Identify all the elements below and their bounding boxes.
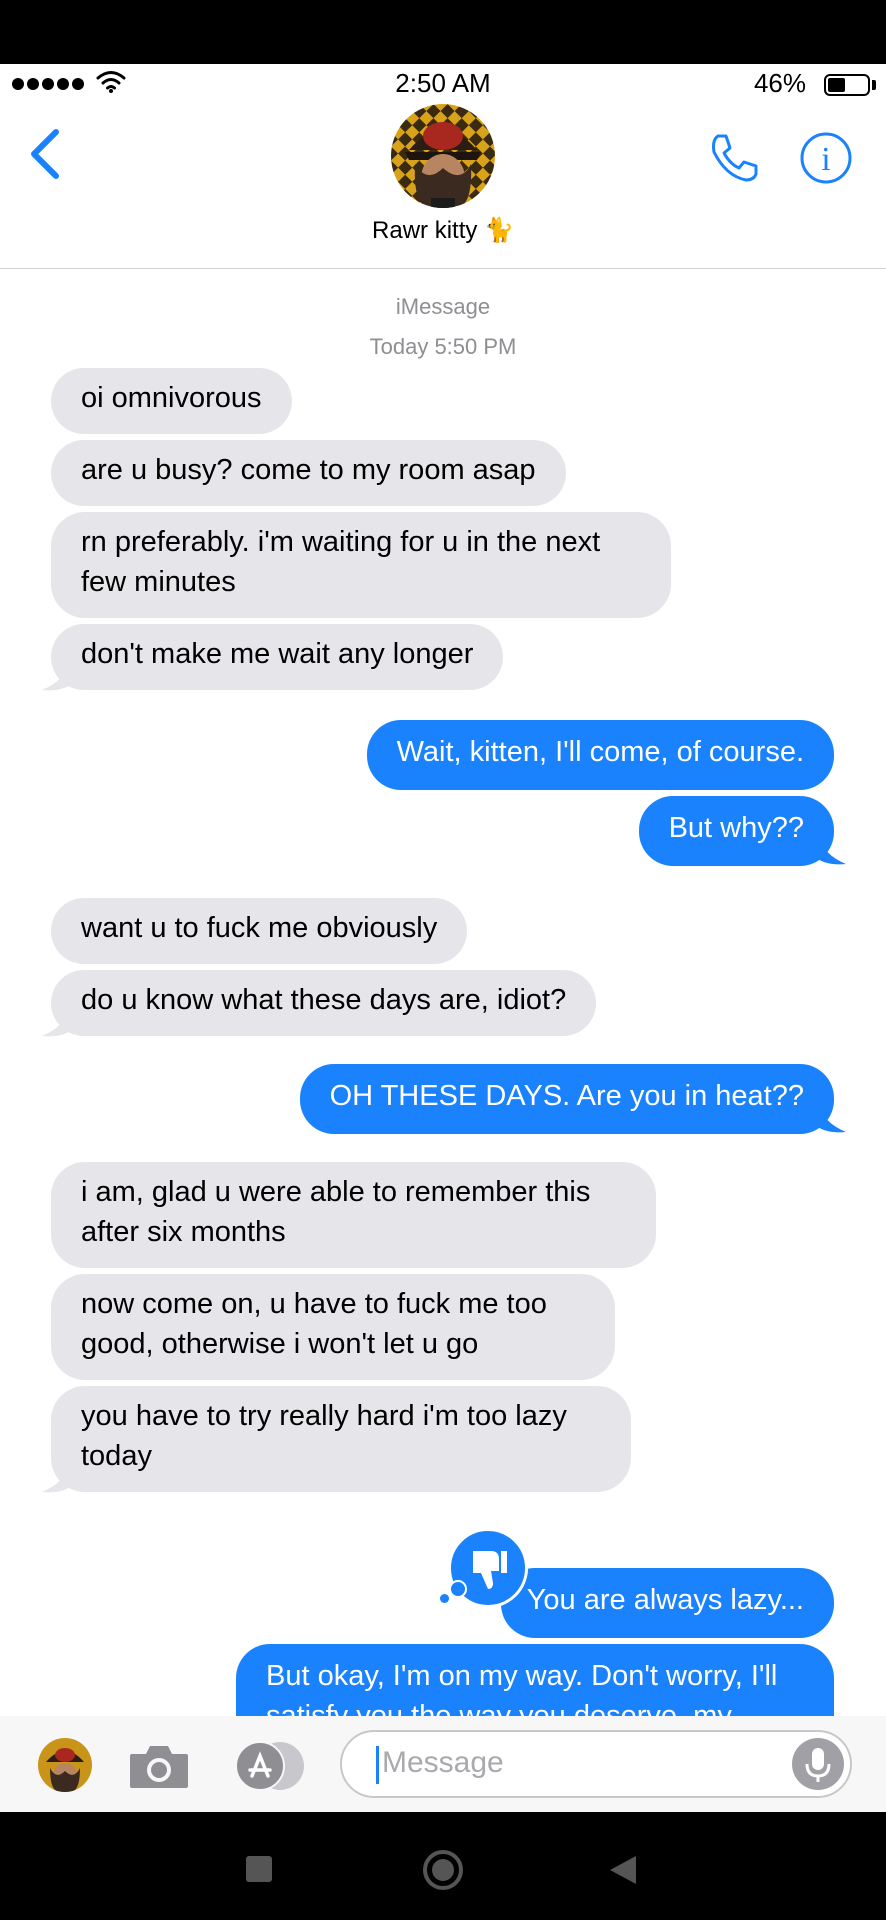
outgoing-message[interactable]: But okay, I'm on my way. Don't worry, I'… <box>236 1644 834 1716</box>
incoming-message[interactable]: do u know what these days are, idiot? <box>51 970 597 1036</box>
info-icon[interactable]: i <box>798 130 854 186</box>
outgoing-bubble-tail <box>816 1104 846 1133</box>
back-chevron-icon[interactable] <box>28 128 62 180</box>
camera-icon[interactable] <box>128 1742 190 1790</box>
status-bar: 2:50 AM 46% <box>0 64 886 104</box>
outgoing-message[interactable]: OH THESE DAYS. Are you in heat?? <box>299 1064 834 1134</box>
memoji-avatar-button[interactable] <box>38 1738 92 1792</box>
android-navigation-bar <box>0 1812 886 1920</box>
recents-button[interactable] <box>246 1856 272 1882</box>
battery-percent: 46% <box>753 68 806 98</box>
incoming-bubble-tail <box>42 1464 72 1493</box>
text-caret <box>376 1746 379 1784</box>
service-label: iMessage <box>395 294 491 319</box>
battery-level-fill <box>828 78 845 92</box>
contact-avatar[interactable] <box>391 104 495 208</box>
outgoing-message[interactable]: But why?? <box>638 796 834 866</box>
message-input-bar: Message <box>0 1716 886 1812</box>
contact-name[interactable]: Rawr kitty 🐈 <box>0 216 886 245</box>
message-input[interactable]: Message <box>340 1730 852 1798</box>
battery-icon <box>824 74 870 96</box>
incoming-message[interactable]: rn preferably. i'm waiting for u in the … <box>51 512 671 618</box>
incoming-bubble-tail <box>42 1008 72 1037</box>
incoming-message[interactable]: you have to try really hard i'm too lazy… <box>51 1386 631 1492</box>
microphone-button[interactable] <box>792 1738 844 1790</box>
incoming-bubble-tail <box>42 662 72 691</box>
outgoing-bubble-tail <box>816 836 846 865</box>
app-store-icon[interactable] <box>232 1740 308 1792</box>
incoming-message[interactable]: are u busy? come to my room asap <box>51 440 566 506</box>
back-triangle-icon[interactable] <box>608 1854 638 1886</box>
phone-icon[interactable] <box>706 130 762 186</box>
incoming-message[interactable]: don't make me wait any longer <box>51 624 504 690</box>
outgoing-message[interactable]: You are always lazy... <box>500 1568 834 1638</box>
incoming-message[interactable]: want u to fuck me obviously <box>51 898 468 964</box>
incoming-message[interactable]: oi omnivorous <box>51 368 292 434</box>
battery-tip <box>872 80 876 90</box>
top-black-bar <box>0 0 886 64</box>
message-placeholder: Message <box>382 1746 504 1779</box>
conversation-header: Rawr kitty 🐈 i <box>0 104 886 269</box>
svg-text:i: i <box>821 141 830 178</box>
outgoing-message[interactable]: Wait, kitten, I'll come, of course. <box>366 720 834 790</box>
conversation-timestamp: Today 5:50 PM <box>369 334 517 359</box>
incoming-message[interactable]: i am, glad u were able to remember this … <box>51 1162 656 1268</box>
message-list[interactable]: iMessage Today 5:50 PM oi omnivorous are… <box>0 268 886 1716</box>
tapback-bubble-dot <box>440 1594 449 1603</box>
home-button[interactable] <box>421 1848 465 1892</box>
microphone-icon <box>805 1748 831 1782</box>
tapback-bubble-dot <box>449 1580 467 1598</box>
incoming-message[interactable]: now come on, u have to fuck me too good,… <box>51 1274 615 1380</box>
